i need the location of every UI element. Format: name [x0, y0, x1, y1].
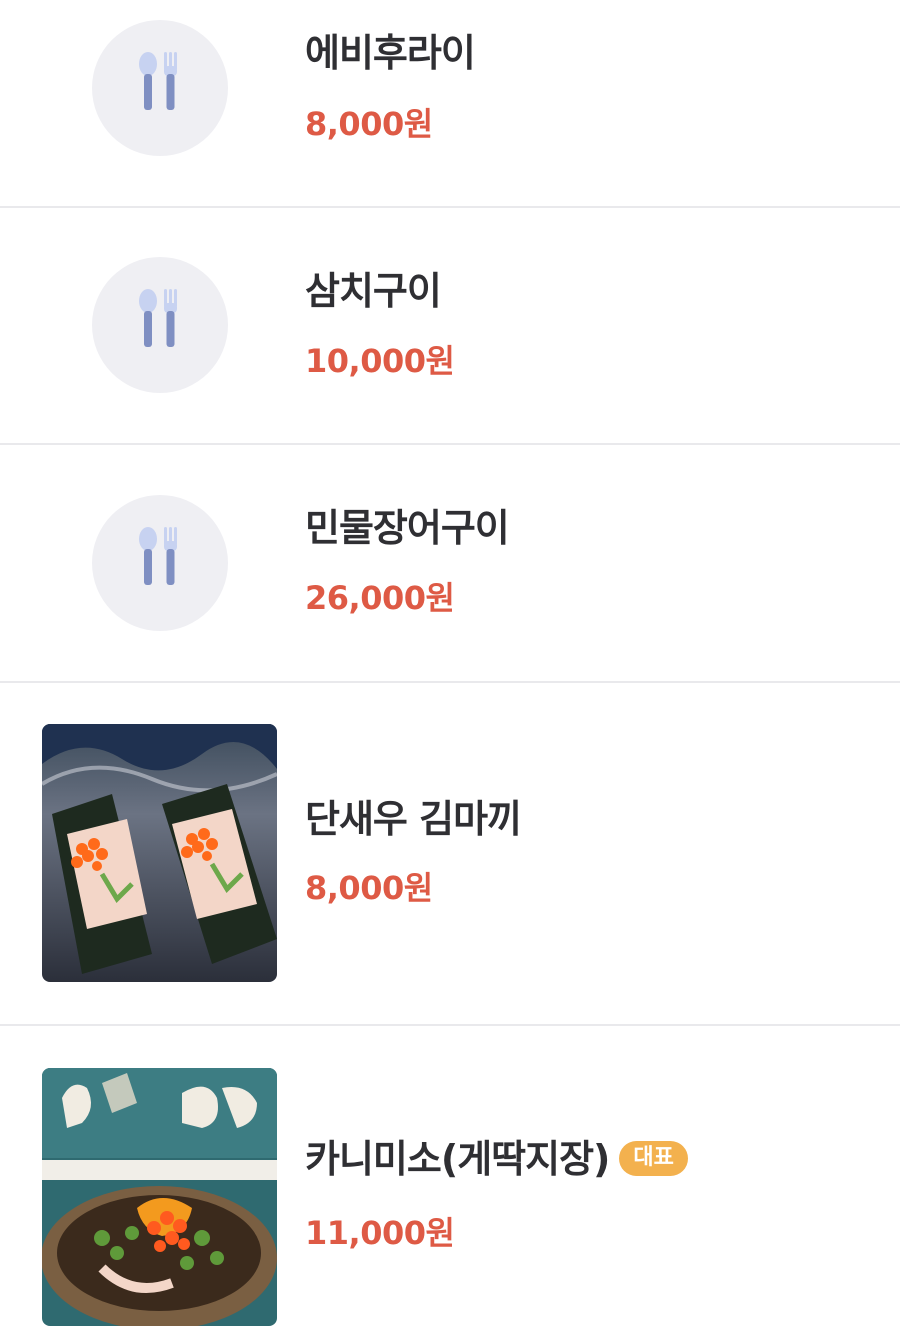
utensils-icon — [139, 527, 177, 585]
menu-item-price: 11,000원 — [305, 1214, 455, 1252]
menu-item-thumbnail — [92, 257, 228, 393]
menu-item-thumbnail — [92, 495, 228, 631]
menu-item[interactable]: 민물장어구이 26,000원 — [0, 445, 900, 683]
menu-item[interactable]: 에비후라이 8,000원 — [0, 0, 900, 208]
menu-item-photo — [42, 1068, 277, 1326]
utensils-icon — [139, 52, 177, 110]
menu-item[interactable]: 단새우 김마끼 8,000원 — [0, 683, 900, 1026]
menu-item-name: 카니미소(게딱지장) 대표 — [305, 1140, 688, 1178]
menu-item[interactable]: 카니미소(게딱지장) 대표 11,000원 — [0, 1026, 900, 1326]
menu-item-price: 8,000원 — [305, 105, 433, 143]
menu-item[interactable]: 삼치구이 10,000원 — [0, 208, 900, 445]
menu-item-photo — [42, 724, 277, 982]
signature-badge: 대표 — [619, 1141, 688, 1176]
menu-item-price: 26,000원 — [305, 579, 455, 617]
menu-item-price: 8,000원 — [305, 869, 433, 907]
menu-item-name: 에비후라이 — [305, 31, 476, 75]
menu-item-name: 삼치구이 — [305, 269, 442, 313]
menu-item-thumbnail — [92, 20, 228, 156]
menu-item-price: 10,000원 — [305, 342, 455, 380]
menu-item-name: 단새우 김마끼 — [305, 797, 522, 841]
menu-item-name-text: 카니미소(게딱지장) — [305, 1137, 610, 1181]
menu-item-name: 민물장어구이 — [305, 506, 510, 550]
utensils-icon — [139, 289, 177, 347]
